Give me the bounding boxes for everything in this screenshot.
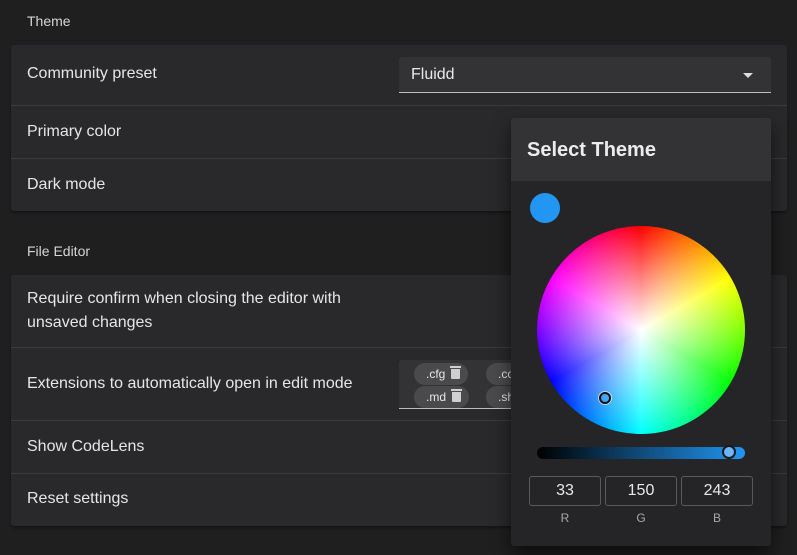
dark-mode-label: Dark mode (27, 176, 106, 193)
confirm-close-label-line2: unsaved changes (27, 314, 153, 331)
extension-chip[interactable]: .cfg (414, 363, 469, 385)
green-input[interactable] (605, 476, 677, 506)
confirm-close-label-line1: Require confirm when closing the editor … (27, 290, 341, 307)
color-wheel[interactable] (537, 226, 745, 434)
dialog-title: Select Theme (527, 139, 656, 161)
theme-section-title: Theme (27, 13, 71, 29)
file-editor-section-title: File Editor (27, 243, 91, 259)
extension-chip[interactable]: .md (414, 386, 470, 408)
red-input[interactable] (529, 476, 601, 506)
community-preset-label: Community preset (27, 65, 157, 82)
color-preview-swatch (530, 193, 560, 223)
extension-chip-label: .md (426, 390, 447, 404)
extension-chip-label: .cfg (426, 367, 446, 381)
extensions-chip-field[interactable]: .cfg .md .co .sh (399, 360, 519, 409)
extensions-label: Extensions to automatically open in edit… (27, 375, 353, 392)
reset-settings-label: Reset settings (27, 490, 129, 507)
primary-color-label: Primary color (27, 123, 122, 140)
brightness-slider[interactable] (537, 447, 745, 459)
community-preset-select[interactable]: Fluidd (399, 57, 771, 93)
chevron-down-icon (743, 73, 753, 78)
community-preset-value: Fluidd (411, 66, 455, 83)
red-label: R (560, 511, 570, 525)
blue-input[interactable] (681, 476, 753, 506)
green-label: G (636, 511, 646, 525)
blue-label: B (712, 511, 721, 525)
trash-icon[interactable] (451, 389, 463, 402)
community-preset-row: Community preset Fluidd (11, 45, 787, 106)
codelens-label: Show CodeLens (27, 438, 145, 455)
color-wheel-handle[interactable] (599, 392, 611, 404)
brightness-slider-handle[interactable] (722, 445, 736, 459)
trash-icon[interactable] (450, 366, 462, 379)
dialog-header: Select Theme (511, 118, 771, 181)
select-theme-dialog: Select Theme R G B (511, 118, 771, 546)
